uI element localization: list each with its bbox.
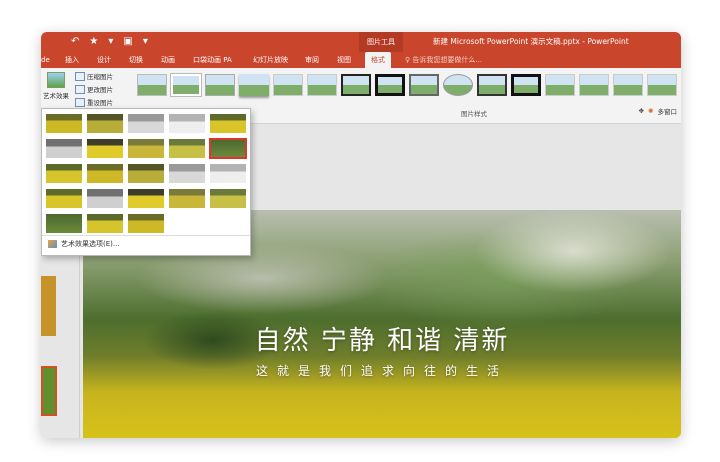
artistic-effect-tile[interactable] [209, 113, 247, 134]
artistic-effect-tile[interactable] [127, 163, 165, 184]
artistic-effect-tile[interactable] [127, 213, 165, 234]
slide-subtitle[interactable]: 这就是我们追求向往的生活 [83, 362, 681, 379]
picture-style-thumb[interactable] [137, 74, 167, 96]
artistic-effect-tile[interactable] [45, 138, 83, 159]
picture-style-thumb[interactable] [579, 74, 609, 96]
slide-headline[interactable]: 自然 宁静 和谐 清新 [83, 320, 681, 357]
artistic-effect-tile[interactable] [168, 188, 206, 209]
chevron-down-icon[interactable]: ▾ [108, 35, 113, 49]
artistic-effect-tile[interactable] [168, 138, 206, 159]
picture-style-thumb[interactable] [647, 74, 677, 96]
artistic-effect-tile[interactable] [45, 163, 83, 184]
customize-qat-icon[interactable]: ▾ [143, 35, 148, 49]
picture-style-thumb[interactable] [307, 74, 337, 96]
picture-tools-tag: 图片工具 [359, 32, 403, 52]
picture-style-thumb[interactable] [341, 74, 371, 96]
picture-style-thumb[interactable] [477, 74, 507, 96]
powerpoint-window: ↶ ★ ▾ ▣ ▾ 图片工具 新建 Microsoft PowerPoint 演… [41, 32, 681, 438]
tab-animations[interactable]: 动画 [161, 52, 175, 68]
undo-icon[interactable]: ↶ [71, 35, 79, 49]
title-bar: ↶ ★ ▾ ▣ ▾ 图片工具 新建 Microsoft PowerPoint 演… [41, 32, 681, 52]
artistic-effect-tile[interactable] [45, 188, 83, 209]
picture-styles-gallery [133, 72, 681, 102]
artistic-effect-tile[interactable] [127, 138, 165, 159]
slide-thumbnail[interactable] [41, 276, 56, 336]
artistic-effect-tile[interactable] [86, 113, 124, 134]
artistic-effect-tile[interactable] [127, 188, 165, 209]
artistic-effects-label: 艺术效果 [43, 92, 69, 100]
star-icon[interactable]: ★ [89, 35, 98, 49]
ribbon-tabs: de 插入 设计 切换 动画 口袋动画 PA 幻灯片放映 审阅 视图 格式 ♀ … [41, 52, 681, 68]
reset-picture-button[interactable]: 重设图片 [75, 97, 113, 107]
tab-pocket-animation[interactable]: 口袋动画 PA [193, 52, 232, 68]
artistic-effect-tile[interactable] [86, 213, 124, 234]
picture-styles-group-label: 图片样式 [461, 110, 487, 118]
artistic-effect-tile[interactable] [45, 113, 83, 134]
effects-options-label: 艺术效果选项(E)... [61, 240, 120, 248]
window-title: 新建 Microsoft PowerPoint 演示文稿.pptx - Powe… [433, 37, 629, 46]
compress-label: 压缩图片 [87, 73, 113, 81]
compress-icon [75, 71, 85, 81]
effects-options-icon [48, 240, 57, 248]
dropdown-divider [42, 235, 250, 236]
present-icon[interactable]: ▣ [123, 35, 132, 49]
tab-insert[interactable]: 插入 [65, 52, 79, 68]
picture-style-thumb[interactable] [409, 74, 439, 96]
picture-border-icon[interactable]: ✥ [639, 107, 644, 115]
artistic-effects-dropdown: 艺术效果选项(E)... [41, 108, 251, 256]
change-picture-label: 更改图片 [87, 86, 113, 94]
artistic-effect-tile[interactable] [168, 163, 206, 184]
tab-review[interactable]: 审阅 [305, 52, 319, 68]
artistic-effect-tile[interactable] [86, 163, 124, 184]
artistic-effect-tile[interactable] [209, 188, 247, 209]
reset-picture-label: 重设图片 [87, 99, 113, 107]
tab-view[interactable]: 视图 [337, 52, 351, 68]
picture-style-thumb[interactable] [545, 74, 575, 96]
picture-style-thumb[interactable] [511, 74, 541, 96]
change-picture-icon [75, 84, 85, 94]
picture-style-thumb[interactable] [205, 74, 235, 96]
tell-me-search[interactable]: ♀ 告诉我您想要做什么... [405, 52, 482, 68]
artistic-effect-tile[interactable] [86, 138, 124, 159]
tab-transitions[interactable]: 切换 [129, 52, 143, 68]
picture-style-thumb[interactable] [273, 74, 303, 96]
tab-format[interactable]: 格式 [365, 52, 391, 68]
picture-style-thumb[interactable] [443, 74, 473, 96]
artistic-effect-tile[interactable] [127, 113, 165, 134]
tab-home[interactable]: de [41, 52, 50, 68]
artistic-effects-icon [47, 72, 65, 88]
gear-icon[interactable]: ✺ [648, 107, 653, 115]
picture-style-thumb[interactable] [239, 74, 269, 96]
artistic-effects-options-item[interactable]: 艺术效果选项(E)... [48, 239, 120, 249]
reset-picture-icon [75, 97, 85, 107]
quick-access-toolbar: ↶ ★ ▾ ▣ ▾ [71, 35, 148, 49]
picture-style-thumb[interactable] [170, 73, 202, 97]
artistic-effect-tile[interactable] [86, 188, 124, 209]
artistic-effect-tile[interactable] [168, 113, 206, 134]
selection-pane-button[interactable]: 多窗口 [658, 106, 678, 116]
picture-style-thumb[interactable] [613, 74, 643, 96]
tab-design[interactable]: 设计 [97, 52, 111, 68]
tab-slideshow[interactable]: 幻灯片放映 [253, 52, 288, 68]
compress-pictures-button[interactable]: 压缩图片 [75, 71, 113, 81]
slide-thumbnail-selected[interactable] [41, 366, 57, 416]
artistic-effect-tile[interactable] [209, 163, 247, 184]
artistic-effect-tile[interactable] [45, 213, 83, 234]
artistic-effect-tile-selected[interactable] [209, 138, 247, 159]
picture-style-thumb[interactable] [375, 74, 405, 96]
change-picture-button[interactable]: 更改图片 [75, 84, 113, 94]
right-tools: ✥ ✺ 多窗口 [639, 106, 677, 116]
